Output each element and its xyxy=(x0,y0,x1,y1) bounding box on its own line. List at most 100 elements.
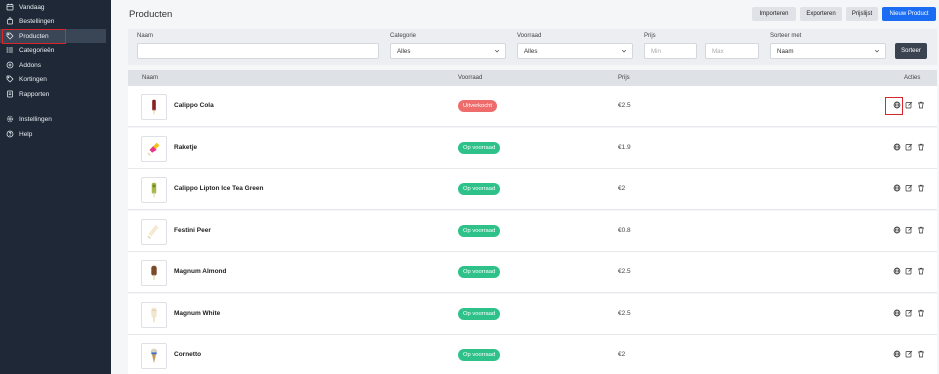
category-select[interactable]: Alles xyxy=(390,43,506,59)
product-thumbnail xyxy=(141,177,167,203)
plus-circle-icon xyxy=(6,61,14,69)
chevron-down-icon xyxy=(621,49,627,53)
price-filter-label: Prijs xyxy=(644,33,656,39)
new-product-button[interactable]: Nieuw Product xyxy=(882,7,936,21)
category-filter-label: Categorie xyxy=(390,33,417,39)
import-button[interactable]: Importeren xyxy=(752,7,796,21)
column-header-stock: Voorraad xyxy=(458,75,483,81)
edit-icon[interactable] xyxy=(905,267,913,275)
product-price: €2.5 xyxy=(618,102,631,109)
product-thumbnail xyxy=(141,260,167,286)
sidebar-item-vandaag[interactable]: Vandaag xyxy=(0,0,106,14)
table-row[interactable]: Calippo Cola Uitverkocht €2.5 xyxy=(128,86,937,127)
stock-badge: Op voorraad xyxy=(458,266,501,278)
trash-icon[interactable] xyxy=(917,309,925,317)
product-price: €2 xyxy=(618,185,626,192)
edit-icon[interactable] xyxy=(905,184,913,192)
globe-icon[interactable] xyxy=(893,184,901,192)
sort-button[interactable]: Sorteer xyxy=(895,43,927,59)
product-thumbnail xyxy=(141,218,167,245)
sidebar-item-label: Addons xyxy=(19,61,42,69)
stock-badge: Op voorraad xyxy=(458,141,501,154)
sidebar-item-categorieen[interactable]: Categorieën xyxy=(0,43,106,57)
sidebar-item-addons[interactable]: Addons xyxy=(0,58,106,72)
tag-icon xyxy=(6,75,14,83)
globe-icon[interactable] xyxy=(893,309,901,317)
stock-badge: Uitverkocht xyxy=(458,100,497,112)
report-icon xyxy=(6,90,14,98)
stock-select[interactable]: Alles xyxy=(517,43,633,59)
main-content: Producten Importeren Exporteren Prijslij… xyxy=(111,0,939,374)
product-price: €2 xyxy=(618,351,626,358)
globe-icon[interactable] xyxy=(893,267,901,275)
sort-select-value: Naam xyxy=(777,47,794,55)
globe-icon[interactable] xyxy=(893,143,901,151)
product-thumbnail xyxy=(141,301,167,328)
chevron-down-icon xyxy=(874,49,880,53)
globe-icon[interactable] xyxy=(893,226,901,234)
trash-icon[interactable] xyxy=(917,226,925,234)
calendar-icon xyxy=(6,3,14,11)
sidebar-item-label: Rapporten xyxy=(19,90,50,98)
edit-icon[interactable] xyxy=(905,101,913,109)
trash-icon[interactable] xyxy=(917,184,925,192)
product-thumbnail xyxy=(141,94,167,120)
product-price: €1.9 xyxy=(618,143,631,151)
list-icon xyxy=(6,46,14,54)
product-name: Festini Peer xyxy=(174,226,211,234)
product-name: Calippo Cola xyxy=(174,102,214,109)
row-actions xyxy=(893,143,925,151)
product-name: Magnum Almond xyxy=(174,268,227,275)
sidebar-item-bestellingen[interactable]: Bestellingen xyxy=(0,14,106,28)
edit-icon[interactable] xyxy=(905,309,913,317)
table-row[interactable]: Festini Peer Op voorraad €0.8 xyxy=(128,210,937,252)
name-filter-input[interactable] xyxy=(137,43,379,59)
sidebar-item-rapporten[interactable]: Rapporten xyxy=(0,87,106,101)
table-row[interactable]: Magnum White Op voorraad €2.5 xyxy=(128,293,937,335)
table-row[interactable]: Cornetto Op voorraad €2 xyxy=(128,335,937,374)
sidebar-item-label: Vandaag xyxy=(19,3,45,11)
sidebar: Vandaag Bestellingen Producten Categorie… xyxy=(0,0,111,374)
trash-icon[interactable] xyxy=(917,101,925,109)
sidebar-item-help[interactable]: Help xyxy=(0,127,106,141)
highlight-box xyxy=(885,97,903,115)
sidebar-item-kortingen[interactable]: Kortingen xyxy=(0,72,106,86)
product-price: €2.5 xyxy=(618,268,631,275)
sort-filter-label: Sorteer met xyxy=(770,33,802,39)
sidebar-item-label: Help xyxy=(19,130,33,138)
trash-icon[interactable] xyxy=(917,350,925,358)
row-actions xyxy=(893,267,925,275)
column-header-name: Naam xyxy=(142,75,159,81)
product-name: Magnum White xyxy=(174,309,221,317)
sidebar-item-label: Kortingen xyxy=(19,75,47,83)
export-button[interactable]: Exporteren xyxy=(800,7,842,21)
table-row[interactable]: Raketje Op voorraad €1.9 xyxy=(128,127,937,169)
category-select-value: Alles xyxy=(397,47,411,55)
sidebar-item-instellingen[interactable]: Instellingen xyxy=(0,112,106,126)
table-row[interactable]: Magnum Almond Op voorraad €2.5 xyxy=(128,252,937,293)
page-title: Producten xyxy=(129,9,173,20)
pricelist-button[interactable]: Prijslijst xyxy=(846,7,878,21)
product-thumbnail xyxy=(141,135,167,162)
column-header-actions: Acties xyxy=(904,75,921,81)
stock-badge: Op voorraad xyxy=(458,307,501,320)
sort-select[interactable]: Naam xyxy=(770,43,886,59)
sidebar-item-label: Instellingen xyxy=(19,115,52,123)
column-header-price: Prijs xyxy=(618,75,630,81)
edit-icon[interactable] xyxy=(905,143,913,151)
table-row[interactable]: Calippo Lipton Ice Tea Green Op voorraad €… xyxy=(128,169,937,210)
price-max-input[interactable]: Max xyxy=(705,43,759,59)
stock-select-value: Alles xyxy=(524,47,538,55)
edit-icon[interactable] xyxy=(905,226,913,234)
globe-icon[interactable] xyxy=(893,350,901,358)
trash-icon[interactable] xyxy=(917,267,925,275)
row-actions xyxy=(893,226,925,234)
product-price: €2.5 xyxy=(618,309,631,317)
chevron-down-icon xyxy=(494,49,500,53)
edit-icon[interactable] xyxy=(905,350,913,358)
trash-icon[interactable] xyxy=(917,143,925,151)
gear-icon xyxy=(6,115,14,123)
product-price: €0.8 xyxy=(618,226,631,234)
price-min-input[interactable]: Min xyxy=(644,43,697,59)
product-name: Cornetto xyxy=(174,351,202,358)
